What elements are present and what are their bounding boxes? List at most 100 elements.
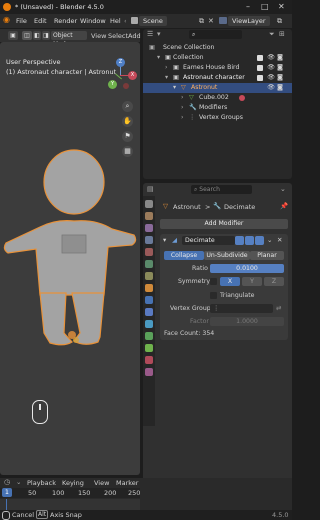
checkbox-icon[interactable] [257, 75, 263, 81]
menu-window[interactable]: Window [80, 17, 106, 25]
outliner-row-astronaut-character[interactable]: ▾ ▣ Astronaut character 👁 ◙ [143, 73, 292, 83]
properties-options-icon[interactable]: ⌄ [280, 185, 286, 193]
object-tab-icon[interactable] [145, 284, 153, 292]
menu-file[interactable]: File [16, 17, 27, 25]
scene-selector[interactable]: Scene [139, 16, 167, 26]
particles-tab-icon[interactable] [145, 308, 153, 316]
playhead[interactable] [6, 499, 7, 510]
3d-viewport[interactable]: User Perspective (1) Astronaut character… [0, 42, 140, 475]
data-tab-icon[interactable] [145, 344, 153, 352]
triangulate-checkbox[interactable] [210, 292, 217, 299]
camera-icon[interactable]: ◙ [277, 73, 283, 83]
new-viewlayer-icon[interactable]: ⧉ [277, 17, 282, 26]
chevron-down-icon[interactable]: ▾ [157, 53, 160, 63]
gizmo-x-axis[interactable]: X [128, 71, 137, 80]
scene-tab-icon[interactable] [145, 248, 153, 256]
editor-type-button[interactable]: ▣ [8, 31, 18, 40]
properties-search[interactable]: ⌕ Search [191, 185, 252, 194]
menu-keying[interactable]: Keying [62, 479, 84, 487]
outliner-search[interactable]: ⌕ [189, 30, 242, 39]
filter-icon[interactable]: ⏷ [269, 30, 275, 39]
outliner-row-vertex-groups[interactable]: › ⋮ Vertex Groups [143, 113, 292, 123]
render-toggle-icon[interactable] [255, 236, 264, 245]
outliner-row-eames[interactable]: › ▣ Eames House Bird 👁 ◙ [143, 63, 292, 73]
close-icon[interactable]: ✕ [278, 2, 285, 11]
close-modifier-icon[interactable]: ✕ [277, 236, 282, 244]
collection-tab-icon[interactable] [145, 272, 153, 280]
sym-axis-x[interactable]: X [220, 277, 240, 286]
chevron-right-icon[interactable]: › [181, 103, 183, 113]
menu-select[interactable]: Select [108, 32, 128, 40]
invert-vgroup-icon[interactable]: ⇄ [276, 304, 281, 312]
eye-icon[interactable]: 👁 [267, 83, 275, 93]
tab-collapse[interactable]: Collapse [164, 251, 204, 260]
menu-render[interactable]: Render [54, 17, 77, 25]
pan-hand-icon[interactable]: ✋ [122, 116, 133, 127]
minimize-icon[interactable]: – [246, 2, 250, 11]
viewport-toggle-icon[interactable] [245, 236, 254, 245]
vertex-group-field[interactable]: ⋮ [210, 304, 273, 313]
new-scene-icon[interactable]: ⧉ [199, 17, 204, 26]
camera-icon[interactable]: ◙ [277, 83, 283, 93]
physics-tab-icon[interactable] [145, 320, 153, 328]
menu-marker[interactable]: Marker [116, 479, 138, 487]
add-modifier-button[interactable]: Add Modifier [160, 219, 288, 229]
eye-icon[interactable]: 👁 [267, 53, 275, 63]
delete-scene-icon[interactable]: ✕ [208, 17, 214, 25]
output-tab-icon[interactable] [145, 224, 153, 232]
modifier-tab-icon[interactable] [145, 296, 153, 304]
tool-tab-icon[interactable] [145, 200, 153, 208]
eye-icon[interactable]: 👁 [267, 73, 275, 83]
sym-axis-y[interactable]: Y [242, 277, 262, 286]
constraints-tab-icon[interactable] [145, 332, 153, 340]
symmetry-checkbox[interactable] [210, 278, 217, 285]
blender-menu-icon[interactable]: ◉ [3, 15, 10, 24]
pin-icon[interactable]: 📌 [280, 202, 288, 210]
outliner-display-icon[interactable]: ▾ [157, 30, 161, 38]
factor-slider[interactable]: 1.0000 [210, 317, 284, 326]
render-tab-icon[interactable] [145, 212, 153, 220]
dropdown-icon[interactable]: ⌄ [267, 236, 272, 244]
navigation-gizmo[interactable]: Z X Y [104, 58, 138, 92]
menu-view[interactable]: View [94, 479, 109, 487]
chevron-right-icon[interactable]: › [181, 93, 183, 103]
chevron-down-icon[interactable]: ▾ [165, 73, 168, 83]
modifier-name-field[interactable]: Decimate [182, 236, 235, 245]
menu-edit[interactable]: Edit [34, 17, 47, 25]
world-tab-icon[interactable] [145, 260, 153, 268]
chevron-down-icon[interactable]: ⌄ [16, 478, 21, 486]
sym-axis-z[interactable]: Z [264, 277, 284, 286]
tab-unsubdivide[interactable]: Un-Subdivide [204, 251, 250, 260]
new-collection-icon[interactable]: ⊞ [279, 30, 285, 38]
workspace-chevron-icon[interactable]: ‹ [124, 17, 127, 25]
eye-icon[interactable]: 👁 [267, 63, 275, 73]
timeline-editor-icon[interactable]: ◷ [4, 478, 10, 486]
timeline-track[interactable] [0, 499, 140, 510]
outliner-row-cube002[interactable]: › ▽ Cube.002 [143, 93, 292, 103]
select-extend-icon[interactable]: ◨ [42, 31, 50, 40]
camera-icon[interactable]: ◙ [277, 63, 283, 73]
camera-icon[interactable]: ◙ [277, 53, 283, 63]
current-frame[interactable]: 1 [2, 488, 12, 497]
chevron-right-icon[interactable]: › [165, 63, 167, 73]
select-mode-icon[interactable]: ◧ [33, 31, 41, 40]
chevron-down-icon[interactable]: ▾ [173, 83, 176, 93]
outliner-editor-icon[interactable]: ☰ [147, 30, 153, 38]
material-tab-icon[interactable] [145, 356, 153, 364]
ratio-slider[interactable]: 0.0100 [210, 264, 284, 273]
editmode-toggle-icon[interactable] [235, 236, 244, 245]
maximize-icon[interactable]: □ [261, 2, 269, 11]
outliner-row-collection[interactable]: ▾ ▣ Collection 👁 ◙ [143, 53, 292, 63]
collapse-chevron-icon[interactable]: ▾ [163, 236, 166, 244]
texture-tab-icon[interactable] [145, 368, 153, 376]
zoom-icon[interactable]: ⌕ [122, 101, 133, 112]
checkbox-icon[interactable] [257, 65, 263, 71]
view-layer-tab-icon[interactable] [145, 236, 153, 244]
mode-selector[interactable]: Object Mode [51, 31, 87, 48]
astronaut-model[interactable] [0, 137, 140, 397]
chevron-right-icon[interactable]: › [181, 113, 183, 123]
menu-playback[interactable]: Playback [27, 479, 56, 487]
frame-ruler[interactable]: 1 50 100 150 200 250 [0, 488, 140, 498]
menu-view[interactable]: View [91, 32, 106, 40]
checkbox-icon[interactable] [257, 55, 263, 61]
